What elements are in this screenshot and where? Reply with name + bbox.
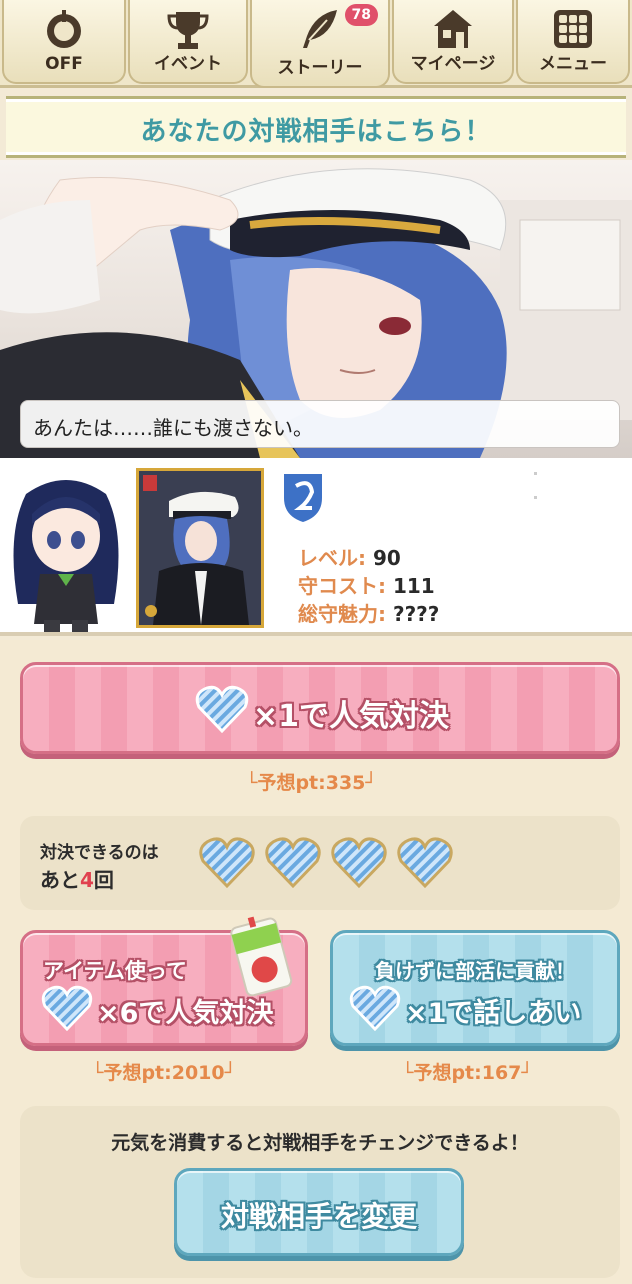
talk-button[interactable]: 負けずに部活に貢献！ ×1で話しあい <box>330 930 620 1046</box>
remaining-prefix: あと <box>40 868 80 892</box>
nav-menu[interactable]: メニュー <box>516 0 630 84</box>
stat-level: レベル: 90 <box>298 542 439 570</box>
banner-title: あなたの対戦相手はこちら！ <box>140 117 492 147</box>
heart-stock-icon <box>331 837 387 889</box>
nav-label-event: イベント <box>154 54 222 74</box>
stat-label: レベル: <box>298 546 366 570</box>
opponent-stats: レベル: 90 守コスト: 111 総守魅力: ???? <box>298 542 439 626</box>
battle-actions: ×1で人気対決 └予想pt:335┘ 対決できるのは あと4回 アイテム使って … <box>0 640 632 1284</box>
nav-label-mypage: マイページ <box>410 54 496 74</box>
remaining-label: 対決できるのは <box>40 843 159 863</box>
stat-label: 守コスト: <box>298 574 386 598</box>
remaining-battles-box: 対決できるのは あと4回 <box>20 816 620 910</box>
nav-event[interactable]: イベント <box>128 0 248 84</box>
opponent-avatar[interactable] <box>4 474 128 634</box>
opponent-card[interactable] <box>136 468 264 628</box>
popularity-battle-label: ×1で人気対決 <box>253 699 450 734</box>
nav-label-menu: メニュー <box>539 54 607 74</box>
change-opponent-button[interactable]: 対戦相手を変更 <box>174 1168 464 1256</box>
popular-apple-drink-icon <box>230 916 293 996</box>
dialog-box: あんたは……誰にも渡さない。 <box>20 400 620 448</box>
card-illustration <box>139 471 261 625</box>
remaining-suffix: 回 <box>93 868 114 892</box>
predict-text: 予想pt:335 <box>257 772 366 794</box>
talk-predicted-points: └予想pt:167┘ <box>402 1062 533 1084</box>
heart-icon <box>349 985 401 1031</box>
popularity-battle-button[interactable]: ×1で人気対決 <box>20 662 620 754</box>
predict-text: 予想pt:167 <box>413 1062 522 1084</box>
change-opponent-label: 対戦相手を変更 <box>220 1200 417 1233</box>
divider-dot <box>534 496 537 499</box>
stat-defense-cost: 守コスト: 111 <box>298 570 439 598</box>
home-icon <box>434 10 472 48</box>
item-battle-label: ×6で人気対決 <box>97 998 274 1029</box>
grid-menu-icon <box>554 10 592 48</box>
feather-icon <box>303 10 337 48</box>
nav-label-story: ストーリー <box>277 58 363 78</box>
remaining-count: 4 <box>80 868 94 892</box>
main-predicted-points: └予想pt:335┘ <box>246 772 377 794</box>
item-battle-caption: アイテム使って <box>43 959 187 983</box>
stat-label: 総守魅力: <box>298 602 386 626</box>
nav-story[interactable]: 78 ストーリー <box>250 0 390 88</box>
stat-value: ???? <box>392 602 440 626</box>
opponent-scene: あんたは……誰にも渡さない。 <box>0 160 632 458</box>
sound-off-icon <box>47 10 81 48</box>
dialog-text: あんたは……誰にも渡さない。 <box>33 416 313 440</box>
change-opponent-message: 元気を消費すると対戦相手をチェンジできるよ！ <box>111 1132 529 1154</box>
stat-value: 90 <box>372 546 401 570</box>
heart-icon <box>195 685 249 733</box>
trophy-icon <box>167 12 209 49</box>
talk-caption: 負けずに部活に貢献！ <box>375 959 575 983</box>
heart-stock-icon <box>265 837 321 889</box>
stat-value: 111 <box>392 574 435 598</box>
nav-label-off: OFF <box>45 54 83 74</box>
item-predicted-points: └予想pt:2010┘ <box>92 1062 237 1084</box>
nav-sound-toggle[interactable]: OFF <box>2 0 126 84</box>
opponent-banner: あなたの対戦相手はこちら！ <box>6 96 626 158</box>
divider-dot <box>534 472 537 475</box>
heart-icon <box>41 985 93 1031</box>
story-count-badge: 78 <box>344 4 378 26</box>
remaining-count-text: あと4回 <box>40 864 114 893</box>
heart-stock-icon <box>199 837 255 889</box>
top-navigation: OFF イベント 78 ストーリー マイページ メニュー <box>0 0 632 88</box>
predict-text: 予想pt:2010 <box>103 1062 225 1084</box>
talk-label: ×1で話しあい <box>405 998 582 1029</box>
opponent-profile: レベル: 90 守コスト: 111 総守魅力: ???? <box>0 458 632 636</box>
heart-stock-icon <box>397 837 453 889</box>
change-opponent-box: 元気を消費すると対戦相手をチェンジできるよ！ 対戦相手を変更 <box>20 1106 620 1278</box>
stat-total-charm: 総守魅力: ???? <box>298 598 439 626</box>
club-emblem-icon <box>284 474 322 522</box>
nav-mypage[interactable]: マイページ <box>392 0 514 84</box>
